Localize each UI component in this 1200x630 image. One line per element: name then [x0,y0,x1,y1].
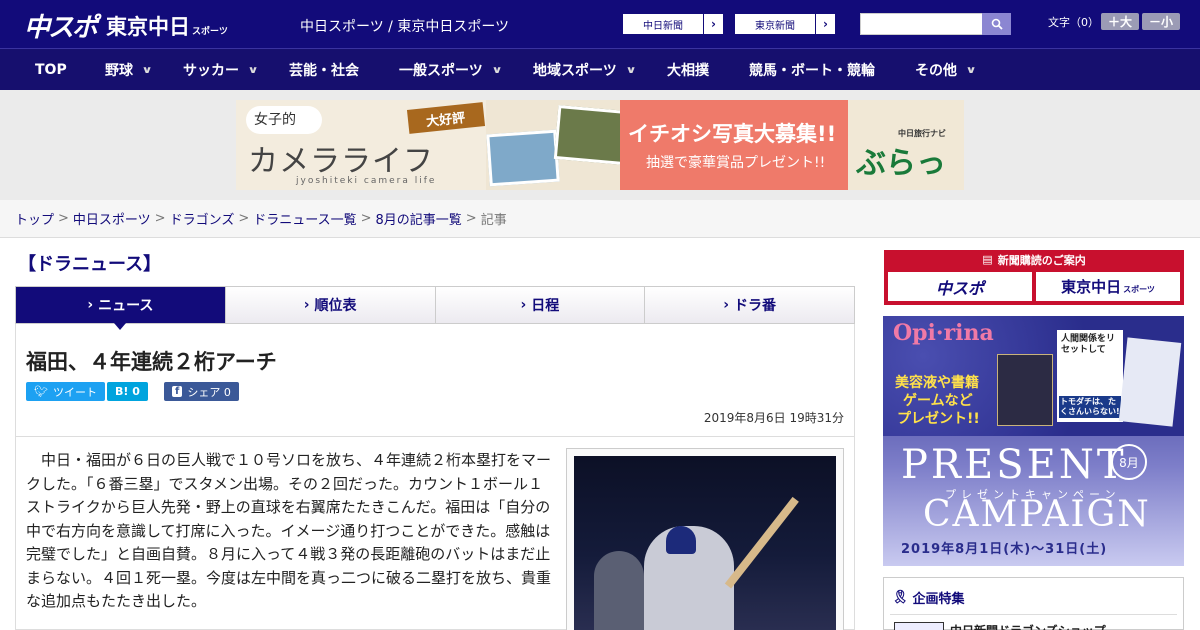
dragons-shop-thumbnail[interactable] [894,622,944,630]
special-features-box: 🎗︎企画特集 中日新聞ドラゴンズショップ [883,577,1184,630]
ad-line3: プレゼント!! [897,411,980,427]
logo-chuspo: 中スポ [24,13,98,43]
banner-camera-life: カメラライフ [248,144,434,179]
chevron-right-icon: › [703,14,723,34]
nav-sumo[interactable]: 大相撲 [667,49,709,91]
chevron-down-icon: ∨ [625,64,637,76]
tab-schedule[interactable]: › 日程 [435,287,646,323]
banner-photo-seagulls [486,129,560,187]
section-title: 【ドラニュース】 [18,254,162,275]
subscription-title: 新聞購読のご案内 [997,253,1086,267]
nav-keiba[interactable]: 競馬・ボート・競輪 [749,49,875,91]
ad-month: 8月 [1111,444,1147,480]
breadcrumb-dragons[interactable]: ドラゴンズ [170,209,235,228]
ad-product-box [997,354,1053,426]
tab-doraban[interactable]: › ドラ番 [645,287,854,323]
catcher [594,551,644,630]
tab-news[interactable]: › ニュース [16,287,226,330]
nav-baseball[interactable]: 野球 ∨ [105,49,153,91]
ad-game-box [1118,337,1182,427]
subscribe-chuspo[interactable]: 中スポ [888,272,1032,301]
ad-line2: ゲームなど [903,393,973,409]
ad-banner-camera-life[interactable]: 女子的 カメラライフ jyoshiteki camera life 大好評 イチ… [236,100,964,190]
banner-roman: jyoshiteki camera life [296,176,437,186]
breadcrumb-chunichi-sports[interactable]: 中日スポーツ [73,209,151,228]
hatena-bookmark-button[interactable]: B! 0 [107,382,148,401]
chevron-right-icon: › [520,297,527,313]
chevron-right-icon: › [87,297,94,313]
article-body: 中日・福田が６日の巨人戦で１０号ソロを放ち、４年連続２桁本塁打をマークした。「６… [26,451,552,610]
subscribe-tokyo-chunichi[interactable]: 東京中日 スポーツ [1036,272,1180,301]
search-input[interactable] [860,13,984,35]
sidebar-ad-present-campaign[interactable]: Opi·rina 美容液や書籍 ゲームなど プレゼント!! 人間関係をリセットし… [883,316,1184,566]
ad-brand: Opi·rina [893,320,994,346]
site-logo[interactable]: 中スポ 東京中日 スポーツ [24,7,228,44]
banner-present: 抽選で豪華賞品プレゼント!! [646,155,826,171]
ad-band: 女子的 カメラライフ jyoshiteki camera life 大好評 イチ… [0,90,1200,200]
tweet-button[interactable]: 🐦︎ ツイート [26,382,105,401]
chevron-right-icon: › [303,297,310,313]
chunichi-shimbun-link[interactable]: 中日新聞 › [622,13,724,35]
site-name: 中日スポーツ / 東京中日スポーツ [300,19,510,35]
font-enlarge-button[interactable]: ＋大 [1101,13,1139,30]
banner-boshu: イチオシ写真大募集!! [628,122,837,146]
nav-top[interactable]: TOP [35,49,67,91]
chevron-down-icon: ∨ [491,64,503,76]
breadcrumb-august[interactable]: 8月の記事一覧 [376,209,462,228]
section-tabs: › ニュース › 順位表 › 日程 › ドラ番 [15,286,855,330]
batter-photo [574,456,836,630]
chevron-down-icon: ∨ [141,64,153,76]
article-headline: 福田、４年連続２桁アーチ [26,350,277,374]
article-date: 2019年8月6日 19時31分 [703,411,844,425]
search-icon [991,18,1003,30]
search-button[interactable] [982,13,1011,35]
ad-present: PRESENT [901,442,1127,488]
tokyo-shimbun-link[interactable]: 東京新聞 › [734,13,836,35]
ribbon-icon: 🎗︎ [892,590,909,605]
banner-photo-raccoon [553,105,629,165]
facebook-icon: f [172,386,183,397]
font-shrink-button[interactable]: －小 [1142,13,1180,30]
breadcrumb-top[interactable]: トップ [15,209,54,228]
article: 福田、４年連続２桁アーチ 🐦︎ ツイート B! 0 f シェア 0 2019年8… [15,324,855,630]
nav-local-sports[interactable]: 地域スポーツ ∨ [533,49,637,91]
font-size-label: 文字（0） [1048,16,1099,29]
logo-sports: スポーツ [192,27,228,37]
dragons-shop-link[interactable]: 中日新聞ドラゴンズショップ [950,622,1106,630]
ad-campaign: CAMPAIGN [923,494,1151,535]
top-header: 中スポ 東京中日 スポーツ 中日スポーツ / 東京中日スポーツ 中日新聞 › 東… [0,0,1200,48]
banner-burattabi: ぶらっ人 [856,146,946,181]
subscription-box[interactable]: ▤ 新聞購読のご案内 中スポ 東京中日 スポーツ [884,250,1184,305]
breadcrumb: トップ > 中日スポーツ > ドラゴンズ > ドラニュース一覧 > 8月の記事一覧 > 記… [0,200,1200,238]
logo-tokyo-chunichi: 東京中日 [106,14,191,39]
banner-daikohyo: 大好評 [425,110,466,130]
chevron-down-icon: ∨ [965,64,977,76]
facebook-share-button[interactable]: f シェア 0 [164,382,239,401]
newspaper-icon: ▤ [982,253,993,266]
nav-general-sports[interactable]: 一般スポーツ ∨ [399,49,503,91]
ad-line1: 美容液や書籍 [895,375,979,391]
ad-period: 2019年8月1日(木)〜31日(土) [901,542,1108,557]
helmet [666,526,696,554]
breadcrumb-current: 記事 [480,213,507,228]
chevron-right-icon: › [815,14,835,34]
twitter-icon: 🐦︎ [34,385,48,398]
nav-soccer[interactable]: サッカー ∨ [183,49,259,91]
breadcrumb-dora-news[interactable]: ドラニュース一覧 [253,209,356,228]
kikaku-title: 企画特集 [912,592,965,607]
chevron-down-icon: ∨ [247,64,259,76]
tab-standings[interactable]: › 順位表 [225,287,436,323]
main-nav: TOP 野球 ∨ サッカー ∨ 芸能・社会 一般スポーツ ∨ 地域スポーツ ∨ 大相撲 … [0,48,1200,90]
chevron-right-icon: › [723,297,730,313]
banner-joshiteki: 女子的 [254,112,296,128]
bat [724,496,799,589]
article-photo[interactable] [566,448,844,630]
nav-other[interactable]: その他 ∨ [915,49,977,91]
nav-entertainment[interactable]: 芸能・社会 [289,49,359,91]
